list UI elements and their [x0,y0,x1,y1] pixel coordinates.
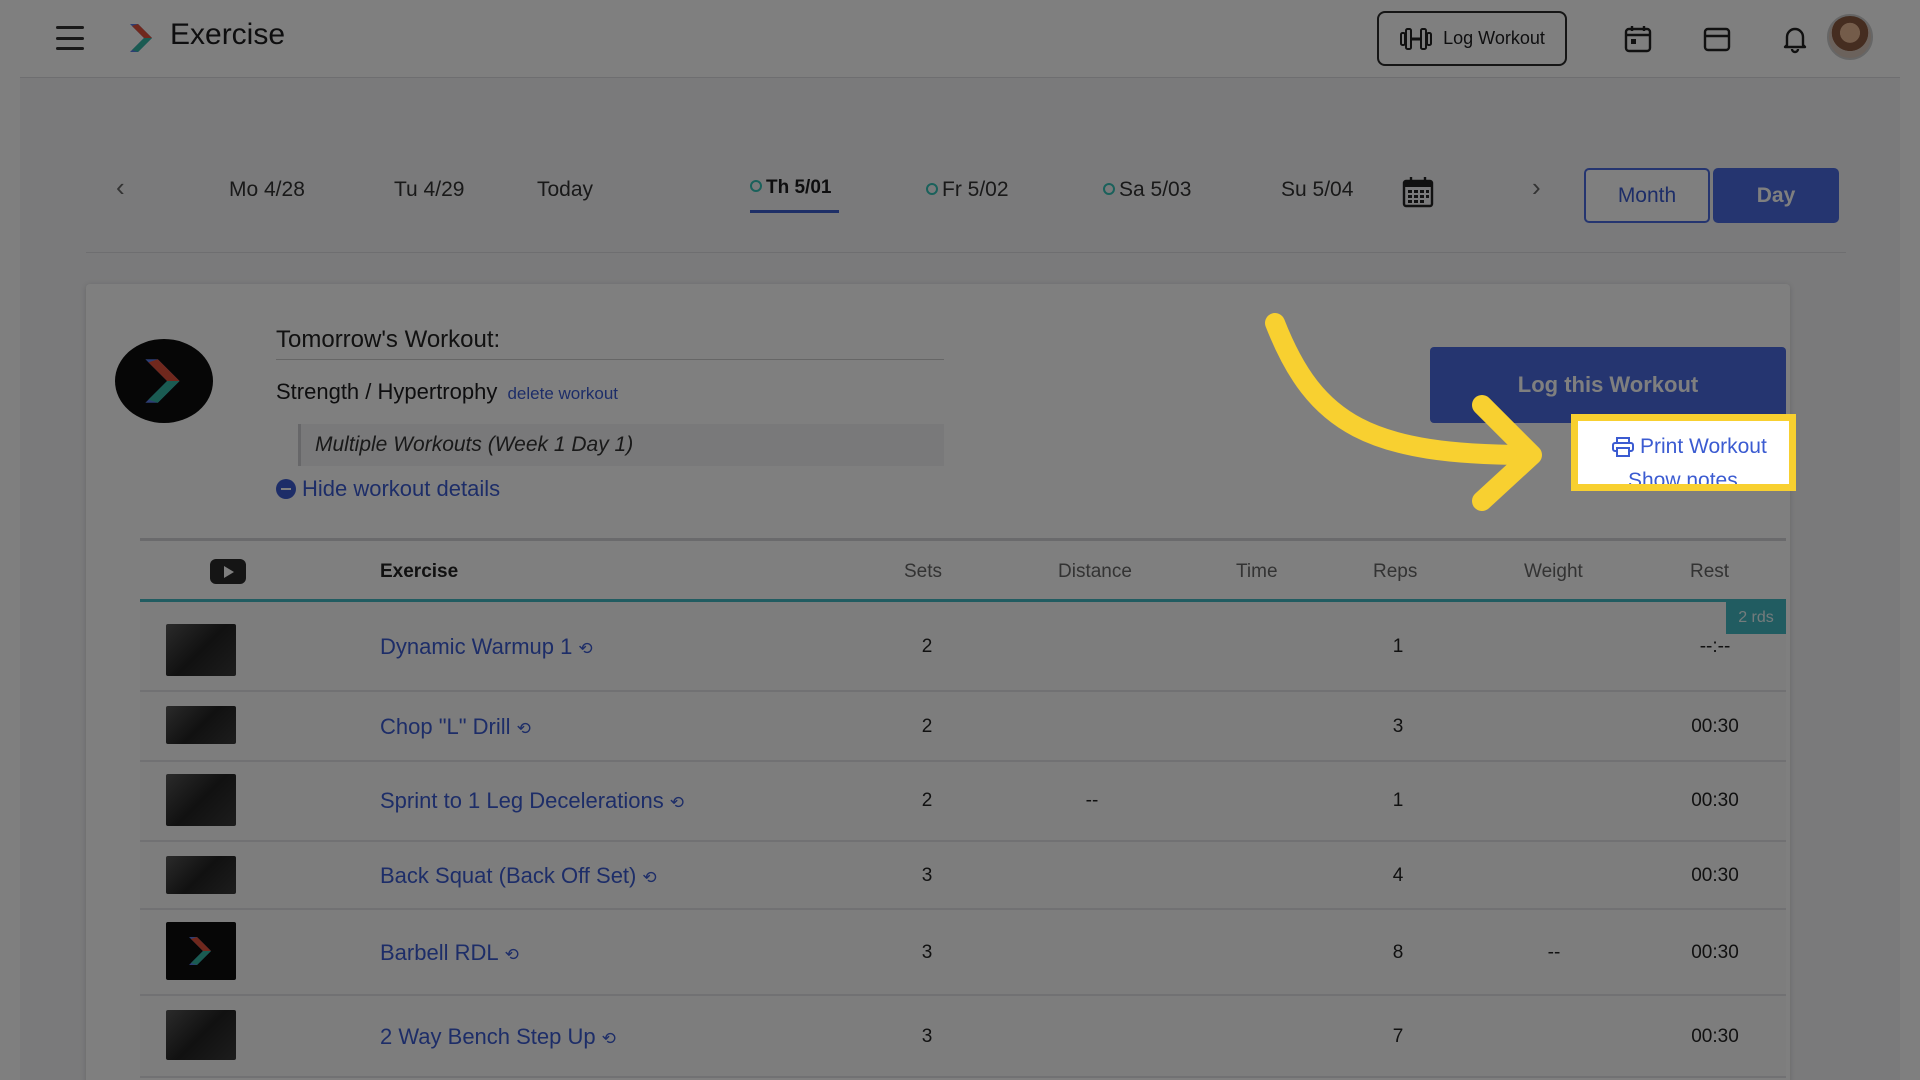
show-notes-link[interactable]: Show notes [1628,469,1738,484]
print-workout-highlight: Print Workout Show notes [1571,414,1796,491]
tutorial-arrow-icon [1265,313,1542,511]
tutorial-dim-overlay [0,0,1920,1080]
print-workout-label: Print Workout [1640,435,1767,458]
print-workout-link[interactable]: Print Workout [1612,435,1767,459]
printer-icon [1612,437,1634,457]
